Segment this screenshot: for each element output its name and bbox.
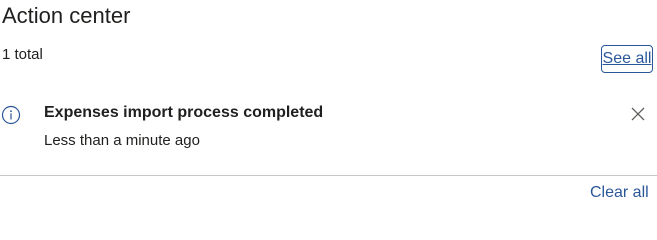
page-title: Action center xyxy=(2,3,131,28)
close-icon[interactable] xyxy=(627,103,649,125)
action-center-panel: Action center 1 total See all Expenses i… xyxy=(0,0,657,217)
notification-title: Expenses import process completed xyxy=(44,104,324,121)
notification-timestamp: Less than a minute ago xyxy=(44,132,200,149)
divider xyxy=(0,175,657,176)
see-all-button[interactable]: See all xyxy=(601,45,653,73)
info-icon xyxy=(1,105,21,125)
notification-count: 1 total xyxy=(2,46,43,63)
clear-all-link[interactable]: Clear all xyxy=(590,182,649,204)
notification-item[interactable]: Expenses import process completed Less t… xyxy=(0,92,657,162)
